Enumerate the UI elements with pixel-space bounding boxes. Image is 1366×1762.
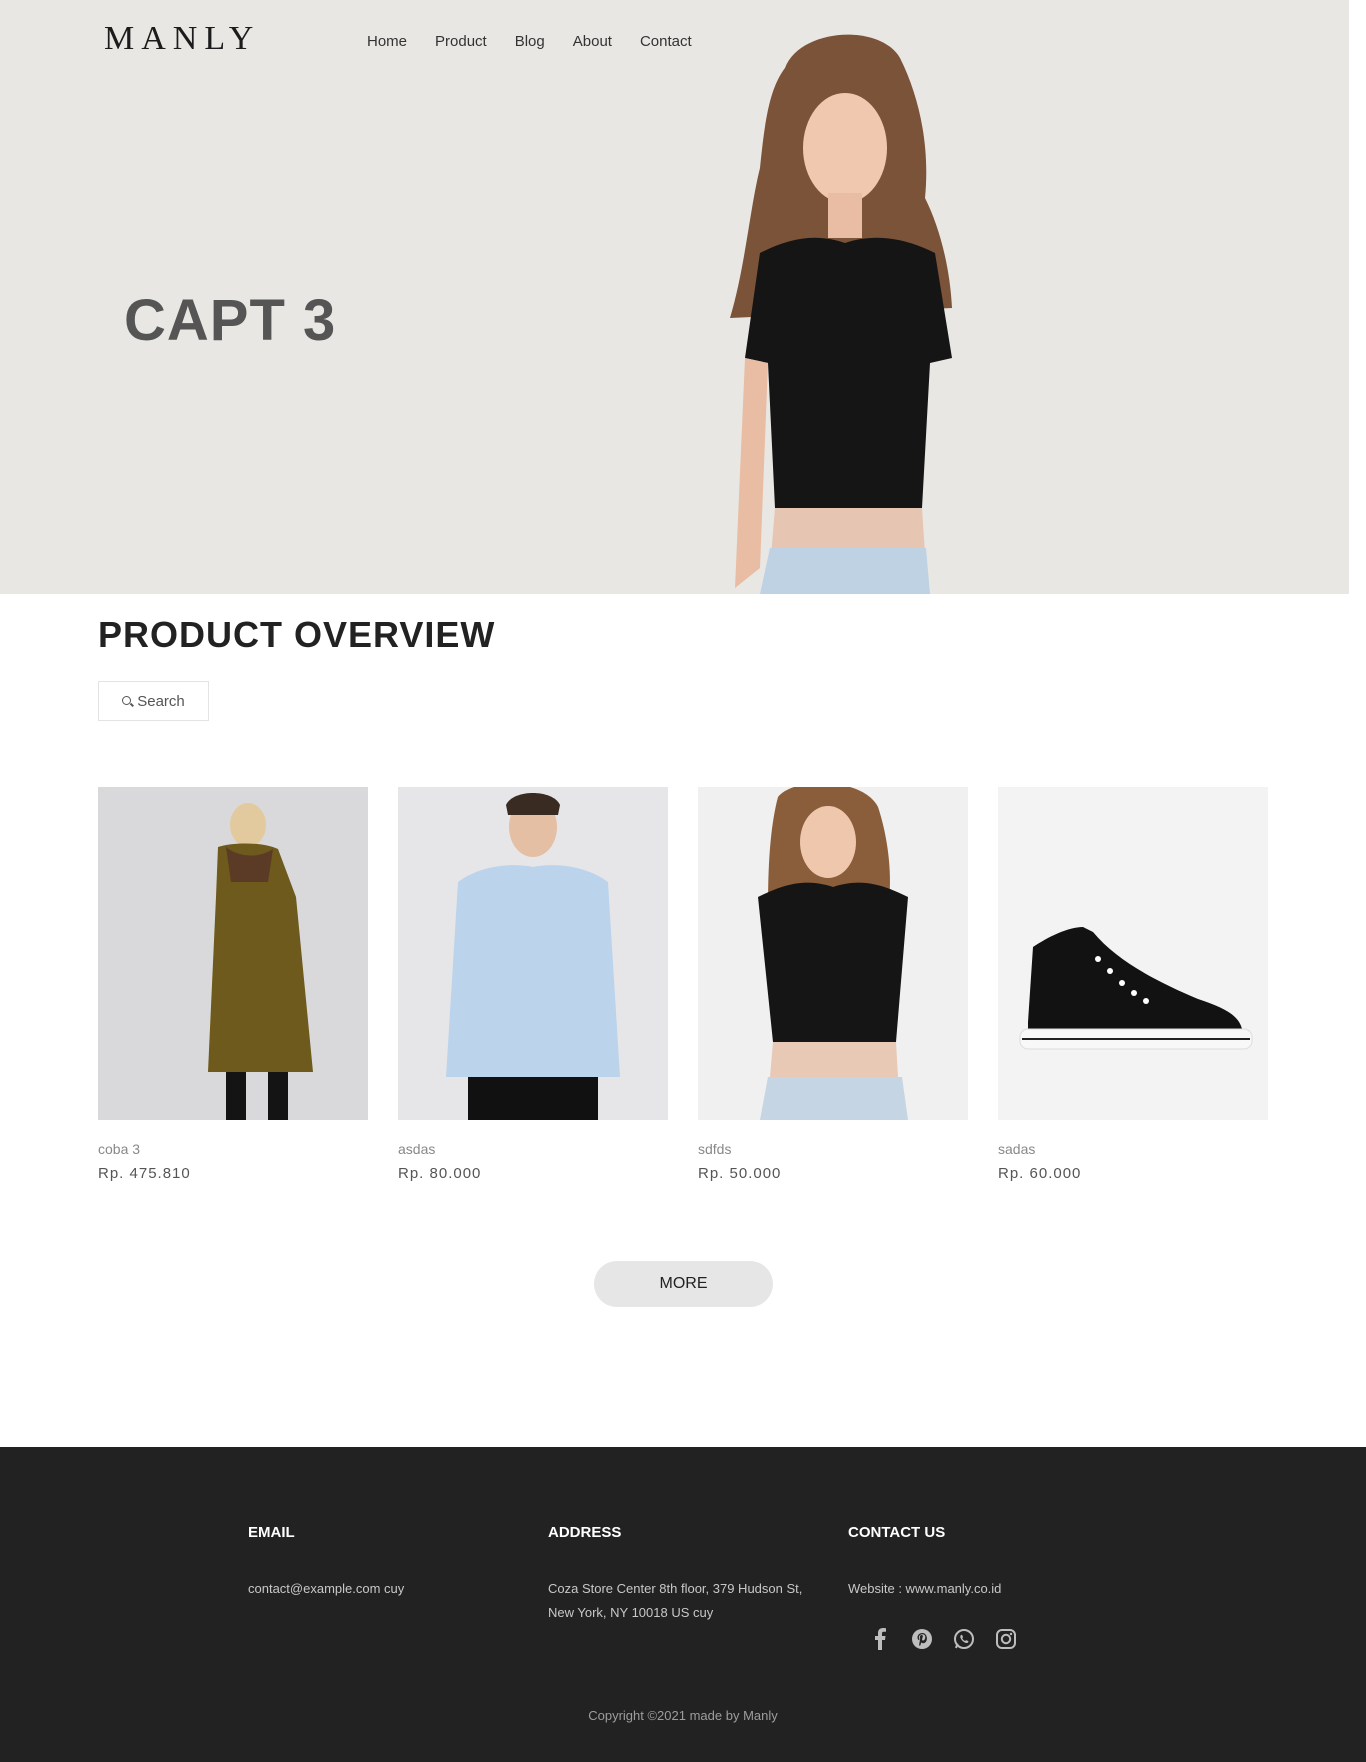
footer-address-heading: ADDRESS bbox=[548, 1524, 622, 1541]
main-nav: Home Product Blog About Contact bbox=[367, 33, 720, 50]
footer-email-column: EMAIL contact@example.com cuy bbox=[248, 1524, 404, 1601]
product-card[interactable]: coba 3 Rp. 475.810 bbox=[98, 787, 368, 1182]
product-card[interactable]: asdas Rp. 80.000 bbox=[398, 787, 668, 1182]
search-icon bbox=[122, 695, 132, 705]
nav-home[interactable]: Home bbox=[367, 33, 407, 50]
footer-website[interactable]: Website : www.manly.co.id bbox=[848, 1577, 1018, 1601]
social-links bbox=[868, 1627, 1018, 1651]
pinterest-icon[interactable] bbox=[910, 1627, 934, 1651]
copyright-text: Copyright ©2021 made by Manly bbox=[588, 1708, 778, 1723]
product-card[interactable]: sdfds Rp. 50.000 bbox=[698, 783, 968, 1182]
product-name[interactable]: asdas bbox=[398, 1141, 668, 1157]
product-image bbox=[698, 783, 968, 1120]
footer-address-value: Coza Store Center 8th floor, 379 Hudson … bbox=[548, 1581, 803, 1620]
footer-email-heading: EMAIL bbox=[248, 1524, 295, 1541]
product-price: Rp. 475.810 bbox=[98, 1165, 191, 1182]
nav-about[interactable]: About bbox=[573, 33, 612, 50]
nav-blog[interactable]: Blog bbox=[515, 33, 545, 50]
product-price: Rp. 60.000 bbox=[998, 1165, 1082, 1182]
product-name[interactable]: sdfds bbox=[698, 1141, 968, 1157]
product-name[interactable]: sadas bbox=[998, 1141, 1268, 1157]
product-image bbox=[98, 787, 368, 1120]
footer-contact-column: CONTACT US Website : www.manly.co.id bbox=[848, 1524, 1018, 1651]
product-grid: coba 3 Rp. 475.810 asdas Rp. 80.000 sdfd… bbox=[98, 783, 1268, 1182]
facebook-icon[interactable] bbox=[868, 1627, 892, 1651]
nav-contact[interactable]: Contact bbox=[640, 33, 692, 50]
product-card[interactable]: sadas Rp. 60.000 bbox=[998, 787, 1268, 1182]
more-button[interactable]: MORE bbox=[594, 1261, 773, 1307]
nav-product[interactable]: Product bbox=[435, 33, 487, 50]
search-label: Search bbox=[137, 692, 185, 710]
product-price: Rp. 80.000 bbox=[398, 1165, 482, 1182]
brand-logo[interactable]: MANLY bbox=[104, 20, 260, 58]
hero-caption: CAPT 3 bbox=[124, 288, 337, 353]
search-button[interactable]: Search bbox=[98, 681, 209, 721]
instagram-icon[interactable] bbox=[994, 1627, 1018, 1651]
product-name[interactable]: coba 3 bbox=[98, 1141, 368, 1157]
footer-address-column: ADDRESS Coza Store Center 8th floor, 379… bbox=[548, 1524, 818, 1625]
footer-email-value[interactable]: contact@example.com cuy bbox=[248, 1577, 404, 1601]
product-image bbox=[398, 787, 668, 1120]
hero-model-image bbox=[730, 34, 952, 594]
footer-contact-heading: CONTACT US bbox=[848, 1524, 946, 1541]
whatsapp-icon[interactable] bbox=[952, 1627, 976, 1651]
product-image bbox=[998, 787, 1268, 1120]
hero-banner: MANLY Home Product Blog About Contact CA… bbox=[0, 0, 1349, 594]
section-title: PRODUCT OVERVIEW bbox=[98, 614, 496, 655]
product-price: Rp. 50.000 bbox=[698, 1165, 782, 1182]
